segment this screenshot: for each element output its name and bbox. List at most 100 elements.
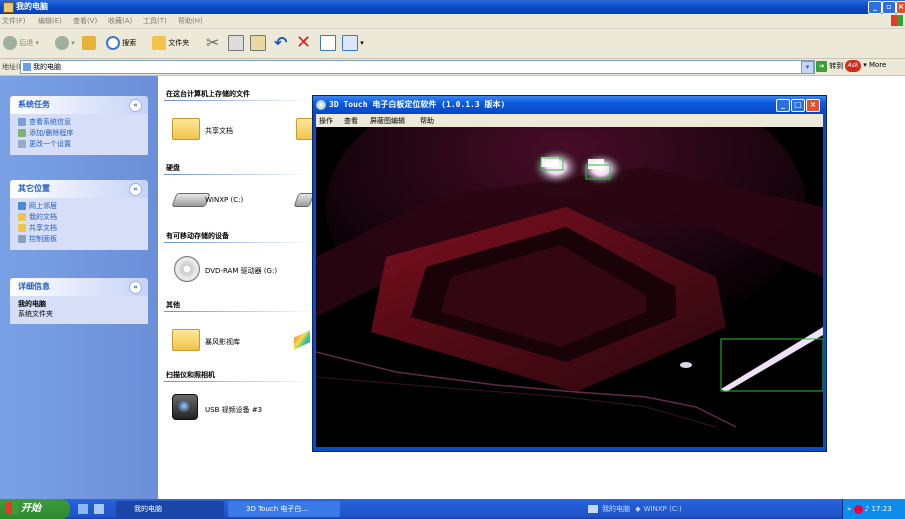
menubar: 文件(F) 编辑(E) 查看(V) 收藏(A) 工具(T) 帮助(H) <box>0 14 905 29</box>
my-computer-icon <box>23 63 31 71</box>
menu-tools[interactable]: 工具(T) <box>143 16 167 26</box>
app-menu-operate[interactable]: 操作 <box>319 116 333 126</box>
place-shared-documents[interactable]: 共享文档 <box>18 223 144 234</box>
menu-edit[interactable]: 编辑(E) <box>38 16 62 26</box>
divider <box>164 311 314 312</box>
app-titlebar: 3D Touch 电子白板定位软件 (1.0.1.3 版本) _ □ × <box>313 96 826 114</box>
taskbar: 开始 我的电脑 3D Touch 电子白... 我的电脑 ◆ WINXP (C:)… <box>0 499 905 519</box>
quicklaunch-icon[interactable] <box>78 504 88 514</box>
close-button[interactable]: × <box>896 1 905 14</box>
item-shared-documents[interactable]: 共享文档 <box>205 126 233 136</box>
divider <box>164 381 314 382</box>
properties-icon[interactable] <box>320 34 336 52</box>
menu-favorites[interactable]: 收藏(A) <box>108 16 132 26</box>
address-dropdown-button[interactable]: ▾ <box>801 61 814 74</box>
app-menu-mask-edit[interactable]: 屏蔽图编辑 <box>370 116 405 126</box>
up-folder-button[interactable] <box>82 34 96 52</box>
back-button[interactable]: 后退 ▾ <box>3 34 39 52</box>
tray-expand-icon[interactable]: » <box>847 505 851 513</box>
collapse-icon[interactable]: « <box>129 281 142 294</box>
task-my-computer[interactable]: 我的电脑 <box>116 501 224 517</box>
folder-icon[interactable] <box>172 118 200 140</box>
camera-icon[interactable] <box>172 394 198 420</box>
copy-icon[interactable] <box>228 34 244 52</box>
item-drive-c[interactable]: WINXP (C:) <box>205 196 243 204</box>
app-close-button[interactable]: × <box>806 99 820 112</box>
volume-icon[interactable]: ♪ <box>865 505 869 513</box>
drive-icon <box>588 505 598 513</box>
divider <box>164 242 314 243</box>
folders-button[interactable]: 文件夹 <box>152 34 189 52</box>
quicklaunch-icon[interactable] <box>94 504 104 514</box>
place-my-documents[interactable]: 我的文档 <box>18 212 144 223</box>
place-control-panel[interactable]: 控制面板 <box>18 234 144 245</box>
group-scanners: 扫描仪和照相机 <box>166 371 215 379</box>
ask-logo-icon: Ask <box>845 60 861 72</box>
system-tasks-title: 系统任务 <box>18 100 50 109</box>
minimize-button[interactable]: _ <box>868 1 882 14</box>
system-tray: » ♪ 17:23 <box>842 499 905 519</box>
task-add-remove-programs[interactable]: 添加/删除程序 <box>18 128 144 139</box>
folder-icon[interactable] <box>172 329 200 351</box>
maximize-button[interactable]: ▫ <box>882 1 896 14</box>
info-icon <box>18 118 26 126</box>
collapse-icon[interactable]: « <box>129 99 142 112</box>
details-panel: 详细信息 « 我的电脑 系统文件夹 <box>10 278 148 324</box>
menu-view[interactable]: 查看(V) <box>73 16 97 26</box>
menu-help[interactable]: 帮助(H) <box>178 16 203 26</box>
paste-icon[interactable] <box>250 34 266 52</box>
start-button[interactable]: 开始 <box>0 499 70 519</box>
my-computer-icon <box>3 2 14 13</box>
address-input[interactable]: 我的电脑 <box>20 60 815 74</box>
window-title: 我的电脑 <box>16 2 48 11</box>
search-icon <box>106 36 120 50</box>
item-dvd-drive[interactable]: DVD-RAM 驱动器 (G:) <box>205 266 277 276</box>
task-change-setting[interactable]: 更改一个设置 <box>18 139 144 150</box>
control-panel-icon <box>18 235 26 243</box>
divider <box>164 100 314 101</box>
undo-icon[interactable]: ↶ <box>274 34 287 52</box>
app-title: 3D Touch 电子白板定位软件 (1.0.1.3 版本) <box>329 100 506 109</box>
item-storm-library[interactable]: 暴风影视库 <box>205 337 240 347</box>
camera-view[interactable] <box>316 127 823 447</box>
task-3d-touch[interactable]: 3D Touch 电子白... <box>228 501 340 517</box>
search-button[interactable]: 搜索 <box>106 34 136 52</box>
app-menu-view[interactable]: 查看 <box>344 116 358 126</box>
menu-file[interactable]: 文件(F) <box>2 16 26 26</box>
app-icon <box>316 100 326 110</box>
folder-icon <box>18 224 26 232</box>
address-bar: 地址(D) 我的电脑 ▾ ➜ 转到 Ask ▾ More <box>0 59 905 76</box>
shortcut-icon[interactable] <box>294 330 310 350</box>
views-icon[interactable]: ▾ <box>342 34 364 52</box>
settings-icon <box>18 140 26 148</box>
app-minimize-button[interactable]: _ <box>776 99 790 112</box>
group-hard-disks: 硬盘 <box>166 164 180 172</box>
app-menu-help[interactable]: 帮助 <box>420 116 434 126</box>
group-other: 其他 <box>166 301 180 309</box>
delete-icon[interactable]: ✕ <box>296 34 311 52</box>
go-arrow-icon: ➜ <box>816 61 827 72</box>
app-window: 3D Touch 电子白板定位软件 (1.0.1.3 版本) _ □ × 操作 … <box>312 95 827 452</box>
windows-logo-icon <box>891 15 903 26</box>
other-places-title: 其它位置 <box>18 184 50 193</box>
dvd-drive-icon[interactable] <box>174 256 200 282</box>
item-usb-video[interactable]: USB 视频设备 #3 <box>205 405 262 415</box>
go-button[interactable]: ➜ 转到 <box>816 61 843 72</box>
collapse-icon[interactable]: « <box>129 183 142 196</box>
forward-arrow-icon <box>55 36 69 50</box>
tray-app-icon[interactable] <box>853 504 863 514</box>
taskbar-status: 我的电脑 ◆ WINXP (C:) <box>588 502 682 516</box>
up-folder-icon <box>82 36 96 50</box>
details-name: 我的电脑 <box>18 300 46 308</box>
forward-button[interactable]: ▾ <box>55 34 75 52</box>
folders-icon <box>152 36 166 50</box>
task-view-system-info[interactable]: 查看系统信息 <box>18 117 144 128</box>
place-network[interactable]: 网上邻居 <box>18 201 144 212</box>
windows-logo-icon <box>6 502 18 514</box>
details-desc: 系统文件夹 <box>18 310 53 318</box>
task-pane: 系统任务 « 查看系统信息 添加/删除程序 更改一个设置 其它位置 « 网上邻居 我… <box>0 76 158 499</box>
cut-icon[interactable]: ✂ <box>206 34 219 52</box>
clock: 17:23 <box>871 505 892 513</box>
ask-toolbar[interactable]: Ask ▾ More <box>845 60 905 72</box>
app-maximize-button[interactable]: □ <box>791 99 805 112</box>
